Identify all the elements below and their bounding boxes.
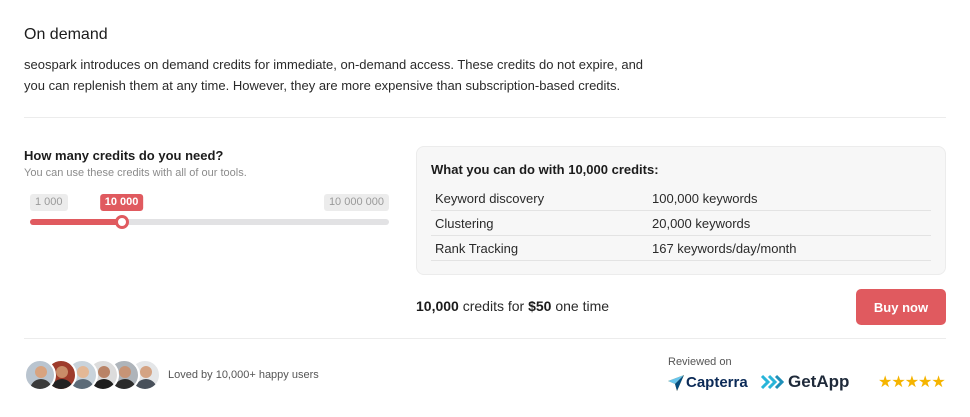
- getapp-chevrons-icon: [760, 374, 784, 390]
- slider-fill: [30, 219, 122, 225]
- price-credits: 10,000: [416, 298, 459, 314]
- slider-min-label: 1 000: [30, 194, 68, 211]
- rating-stars-icon: ★★★★★: [878, 374, 946, 391]
- price-summary: 10,000 credits for $50 one time: [416, 298, 609, 314]
- capterra-wordmark: Capterra: [686, 374, 748, 391]
- credits-slider[interactable]: 1 000 10 000 10 000 000: [30, 194, 389, 230]
- slider-current-label: 10 000: [99, 194, 144, 211]
- getapp-logo[interactable]: GetApp: [760, 372, 849, 392]
- user-avatars: [24, 359, 161, 391]
- slider-track[interactable]: [30, 219, 389, 225]
- divider-bottom: [24, 338, 946, 339]
- credits-subtitle: You can use these credits with all of ou…: [24, 167, 247, 179]
- info-row-label: Keyword discovery: [435, 190, 545, 206]
- info-row-value: 167 keywords/day/month: [652, 240, 797, 256]
- slider-max-label: 10 000 000: [323, 194, 389, 211]
- credits-question: How many credits do you need?: [24, 148, 224, 163]
- intro-description: seospark introduces on demand credits fo…: [24, 57, 644, 93]
- info-row-clustering: Clustering 20,000 keywords: [431, 211, 931, 236]
- avatar: [24, 359, 56, 391]
- capterra-logo[interactable]: Capterra: [668, 374, 748, 391]
- info-card-title: What you can do with 10,000 credits:: [431, 162, 659, 177]
- getapp-wordmark: GetApp: [788, 372, 850, 391]
- buy-now-button[interactable]: Buy now: [856, 289, 946, 325]
- price-suffix: one time: [551, 298, 610, 314]
- info-row-label: Clustering: [435, 215, 494, 231]
- divider-top: [24, 117, 946, 118]
- credits-info-card: What you can do with 10,000 credits: Key…: [416, 146, 946, 275]
- slider-thumb[interactable]: [114, 215, 129, 229]
- price-credits-suffix: credits for: [458, 298, 529, 314]
- section-title: On demand: [24, 26, 108, 43]
- info-row-keyword-discovery: Keyword discovery 100,000 keywords: [431, 186, 931, 211]
- reviewed-on-label: Reviewed on: [668, 356, 732, 368]
- info-row-rank-tracking: Rank Tracking 167 keywords/day/month: [431, 236, 931, 261]
- info-row-value: 100,000 keywords: [652, 190, 758, 206]
- price-amount: $50: [528, 298, 552, 314]
- info-row-value: 20,000 keywords: [652, 215, 751, 231]
- info-row-label: Rank Tracking: [435, 240, 519, 256]
- loved-by-text: Loved by 10,000+ happy users: [168, 369, 319, 381]
- capterra-arrow-icon: [668, 374, 684, 391]
